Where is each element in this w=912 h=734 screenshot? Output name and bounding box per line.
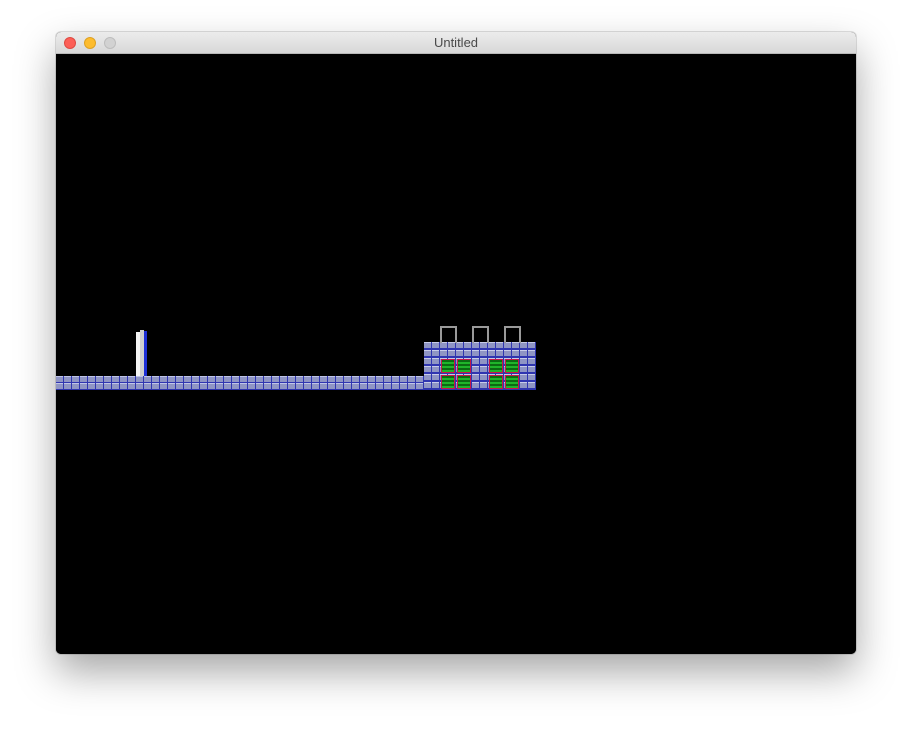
castle-window [441,359,455,373]
castle-window [457,359,471,373]
castle-window [441,375,455,389]
castle-window [489,375,503,389]
app-window: Untitled [56,32,856,654]
castle-battlement [472,326,489,343]
player-character [136,330,149,376]
window-title: Untitled [433,35,479,50]
game-canvas[interactable] [56,54,856,654]
castle-window [505,375,519,389]
castle-battlement [504,326,521,343]
castle-battlement [440,326,457,343]
castle-window [457,375,471,389]
castle-window [489,359,503,373]
title-bar[interactable]: Untitled [56,32,856,54]
castle-window [505,359,519,373]
brick-ground-platform [56,376,440,390]
